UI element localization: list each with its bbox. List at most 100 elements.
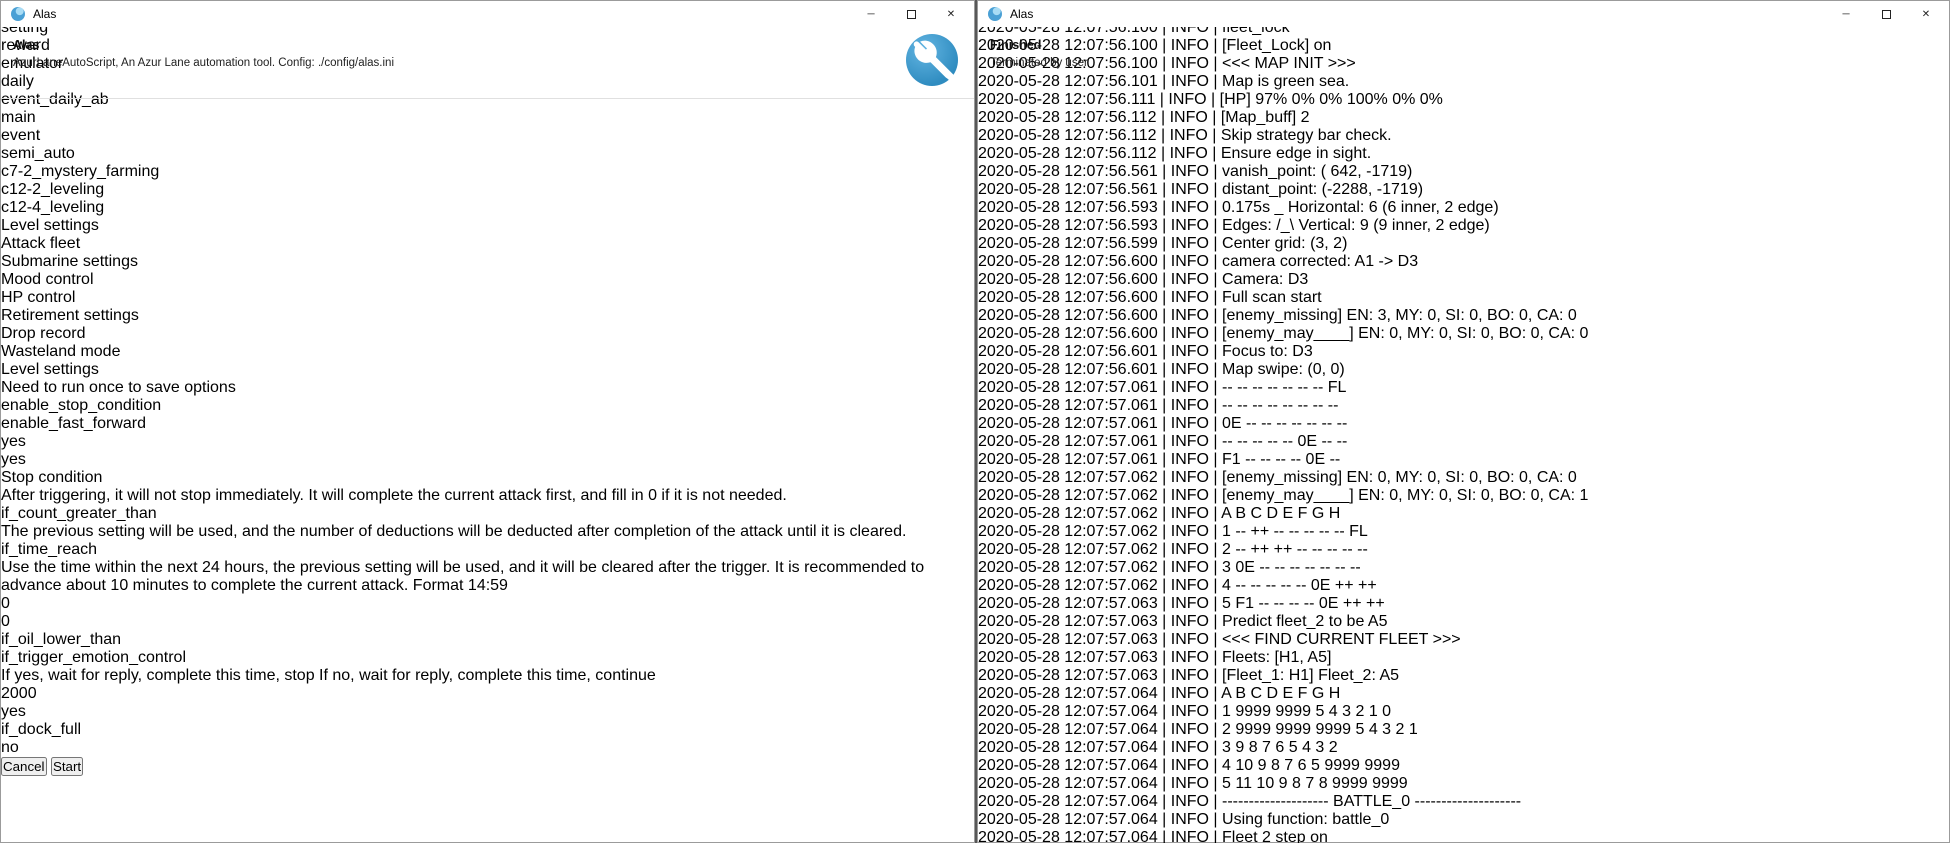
log-line: 2020-05-28 12:07:56.561 | INFO | distant… bbox=[978, 181, 1949, 199]
log-line: 2020-05-28 12:07:56.601 | INFO | Map swi… bbox=[978, 361, 1949, 379]
sidebar-item-reward[interactable]: reward bbox=[1, 37, 974, 55]
log-line: 2020-05-28 12:07:57.064 | INFO | 3 9 8 7… bbox=[978, 739, 1949, 757]
tab-drop-record[interactable]: Drop record bbox=[1, 325, 974, 343]
function-list: settingrewardemulatordailyevent_daily_ab… bbox=[1, 19, 974, 217]
log-line: 2020-05-28 12:07:56.561 | INFO | vanish_… bbox=[978, 163, 1949, 181]
log-output[interactable]: 2020-05-28 12:07:56.100 | INFO | fleet_l… bbox=[978, 19, 1949, 843]
log-line: 2020-05-28 12:07:56.600 | INFO | camera … bbox=[978, 253, 1949, 271]
if-dock-full-label: if_dock_full bbox=[1, 721, 974, 739]
log-line: 2020-05-28 12:07:56.112 | INFO | Ensure … bbox=[978, 145, 1949, 163]
tab-submarine-settings[interactable]: Submarine settings bbox=[1, 253, 974, 271]
cancel-button[interactable]: Cancel bbox=[1, 757, 47, 776]
stopped-badge bbox=[1893, 32, 1945, 84]
log-line: 2020-05-28 12:07:56.101 | INFO | Map is … bbox=[978, 73, 1949, 91]
alas-logo-icon bbox=[988, 7, 1002, 21]
sidebar-item-semi_auto[interactable]: semi_auto bbox=[1, 145, 974, 163]
app-title: Alas bbox=[13, 38, 39, 52]
log-line: 2020-05-28 12:07:56.100 | INFO | [Fleet_… bbox=[978, 37, 1949, 55]
minimize-icon: ─ bbox=[1842, 9, 1849, 20]
window-controls: ─ ✕ bbox=[1826, 1, 1946, 27]
log-line: 2020-05-28 12:07:56.112 | INFO | [Map_bu… bbox=[978, 109, 1949, 127]
sidebar-item-event_daily_ab[interactable]: event_daily_ab bbox=[1, 91, 974, 109]
tab-attack-fleet[interactable]: Attack fleet bbox=[1, 235, 974, 253]
section-note: Need to run once to save options bbox=[1, 379, 974, 397]
enable-fast-forward-select[interactable]: yes bbox=[1, 451, 974, 469]
if-oil-lower-than-input[interactable]: 2000 bbox=[1, 685, 974, 703]
sidebar-item-main[interactable]: main bbox=[1, 109, 974, 127]
if-oil-lower-than-label: if_oil_lower_than bbox=[1, 631, 974, 649]
wrench-screwdriver-icon bbox=[906, 34, 958, 86]
log-line: 2020-05-28 12:07:57.062 | INFO | A B C D… bbox=[978, 505, 1949, 523]
log-line: 2020-05-28 12:07:56.600 | INFO | [enemy_… bbox=[978, 307, 1949, 325]
log-line: 2020-05-28 12:07:56.111 | INFO | [HP] 97… bbox=[978, 91, 1949, 109]
log-line: 2020-05-28 12:07:57.064 | INFO | Using f… bbox=[978, 811, 1949, 829]
log-line: 2020-05-28 12:07:56.112 | INFO | Skip st… bbox=[978, 127, 1949, 145]
if-time-reach-label: if_time_reach bbox=[1, 541, 974, 559]
log-line: 2020-05-28 12:07:57.063 | INFO | Predict… bbox=[978, 613, 1949, 631]
tab-mood-control[interactable]: Mood control bbox=[1, 271, 974, 289]
log-line: 2020-05-28 12:07:57.064 | INFO | 2 9999 … bbox=[978, 721, 1949, 739]
enable-fast-forward-label: enable_fast_forward bbox=[1, 415, 974, 433]
minimize-icon: ─ bbox=[867, 9, 874, 20]
tab-wasteland-mode[interactable]: Wasteland mode bbox=[1, 343, 974, 361]
app-subtitle: AzurLaneAutoScript, An Azur Lane automat… bbox=[13, 57, 394, 69]
maximize-button[interactable] bbox=[1866, 1, 1906, 27]
maximize-icon bbox=[1882, 10, 1891, 19]
if-count-greater-than-input[interactable]: 0 bbox=[1, 595, 974, 613]
header-divider bbox=[1, 98, 974, 99]
alas-logo-icon bbox=[11, 7, 25, 21]
titlebar[interactable]: Alas ─ ✕ bbox=[1, 1, 974, 27]
desktop: Alas ─ ✕ Alas AzurLaneAutoScript, An Azu… bbox=[0, 0, 1950, 843]
sidebar-item-c12-2_leveling[interactable]: c12-2_leveling bbox=[1, 181, 974, 199]
tab-retirement-settings[interactable]: Retirement settings bbox=[1, 307, 974, 325]
log-line: 2020-05-28 12:07:56.599 | INFO | Center … bbox=[978, 235, 1949, 253]
window-title: Alas bbox=[33, 7, 56, 21]
log-line: 2020-05-28 12:07:57.063 | INFO | <<< FIN… bbox=[978, 631, 1949, 649]
log-line: 2020-05-28 12:07:57.062 | INFO | 1 -- ++… bbox=[978, 523, 1949, 541]
sidebar-item-event[interactable]: event bbox=[1, 127, 974, 145]
sidebar-item-daily[interactable]: daily bbox=[1, 73, 974, 91]
log-line: 2020-05-28 12:07:57.064 | INFO | 1 9999 … bbox=[978, 703, 1949, 721]
start-button[interactable]: Start bbox=[51, 757, 83, 776]
minimize-button[interactable]: ─ bbox=[851, 1, 891, 27]
log-line: 2020-05-28 12:07:57.061 | INFO | 0E -- -… bbox=[978, 415, 1949, 433]
log-line: 2020-05-28 12:07:57.064 | INFO | 5 11 10… bbox=[978, 775, 1949, 793]
log-line: 2020-05-28 12:07:57.064 | INFO | 4 10 9 … bbox=[978, 757, 1949, 775]
run-status-subtitle: Terminated by user bbox=[990, 57, 1088, 69]
tab-bar: Level settingsAttack fleetSubmarine sett… bbox=[1, 217, 974, 361]
titlebar[interactable]: Alas ─ ✕ bbox=[978, 1, 1949, 27]
log-line: 2020-05-28 12:07:57.061 | INFO | -- -- -… bbox=[978, 397, 1949, 415]
minimize-button[interactable]: ─ bbox=[1826, 1, 1866, 27]
log-line: 2020-05-28 12:07:56.600 | INFO | [enemy_… bbox=[978, 325, 1949, 343]
log-line: 2020-05-28 12:07:57.062 | INFO | 4 -- --… bbox=[978, 577, 1949, 595]
tab-hp-control[interactable]: HP control bbox=[1, 289, 974, 307]
log-line: 2020-05-28 12:07:57.062 | INFO | 2 -- ++… bbox=[978, 541, 1949, 559]
section-heading: Level settings bbox=[1, 361, 974, 379]
log-line: 2020-05-28 12:07:56.593 | INFO | 0.175s … bbox=[978, 199, 1949, 217]
if-time-reach-desc: Use the time within the next 24 hours, t… bbox=[1, 559, 974, 595]
run-status-title: Finished bbox=[990, 38, 1041, 52]
if-trigger-emotion-control-label: if_trigger_emotion_control bbox=[1, 649, 974, 667]
tools-badge bbox=[906, 34, 958, 86]
enable-stop-condition-select[interactable]: yes bbox=[1, 433, 974, 451]
if-trigger-emotion-control-select[interactable]: yes bbox=[1, 703, 974, 721]
log-line: 2020-05-28 12:07:56.100 | INFO | <<< MAP… bbox=[978, 55, 1949, 73]
close-icon: ✕ bbox=[1922, 9, 1930, 20]
close-button[interactable]: ✕ bbox=[931, 1, 971, 27]
select-value: yes bbox=[1, 433, 26, 450]
if-time-reach-input[interactable]: 0 bbox=[1, 613, 974, 631]
tab-level-settings[interactable]: Level settings bbox=[1, 217, 974, 235]
maximize-button[interactable] bbox=[891, 1, 931, 27]
select-value: yes bbox=[1, 451, 26, 468]
log-line: 2020-05-28 12:07:56.600 | INFO | Camera:… bbox=[978, 271, 1949, 289]
close-button[interactable]: ✕ bbox=[1906, 1, 1946, 27]
sidebar-item-c12-4_leveling[interactable]: c12-4_leveling bbox=[1, 199, 974, 217]
log-line: 2020-05-28 12:07:57.063 | INFO | Fleets:… bbox=[978, 649, 1949, 667]
if-dock-full-select[interactable]: no bbox=[1, 739, 598, 757]
sidebar-item-c7-2_mystery_farming[interactable]: c7-2_mystery_farming bbox=[1, 163, 974, 181]
log-line: 2020-05-28 12:07:57.061 | INFO | -- -- -… bbox=[978, 433, 1949, 451]
log-line: 2020-05-28 12:07:56.601 | INFO | Focus t… bbox=[978, 343, 1949, 361]
level-settings-panel: Level settings Need to run once to save … bbox=[1, 361, 974, 757]
log-line: 2020-05-28 12:07:57.062 | INFO | [enemy_… bbox=[978, 469, 1949, 487]
log-line: 2020-05-28 12:07:57.063 | INFO | [Fleet_… bbox=[978, 667, 1949, 685]
